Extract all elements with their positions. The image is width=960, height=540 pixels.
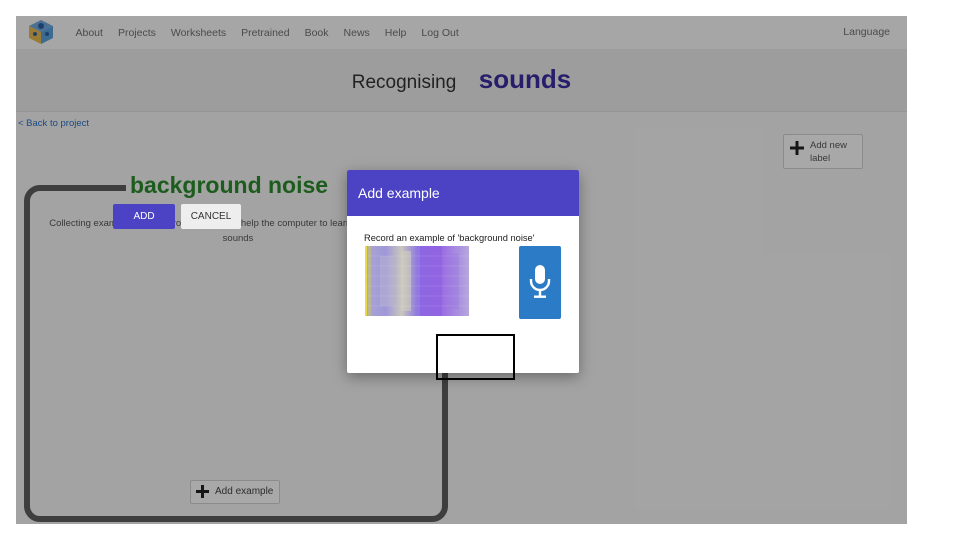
microphone-icon (529, 265, 551, 298)
app: About Projects Worksheets Pretrained Boo… (16, 16, 907, 524)
cancel-button[interactable]: CANCEL (181, 204, 241, 229)
dialog-prompt: Record an example of 'background noise' (364, 233, 535, 243)
dialog-title: Add example (358, 185, 440, 201)
spectrogram-image (365, 246, 469, 316)
add-button[interactable]: ADD (113, 204, 175, 229)
record-microphone-button[interactable] (519, 246, 561, 319)
dialog-header: Add example (347, 170, 579, 216)
focus-highlight (436, 334, 515, 380)
